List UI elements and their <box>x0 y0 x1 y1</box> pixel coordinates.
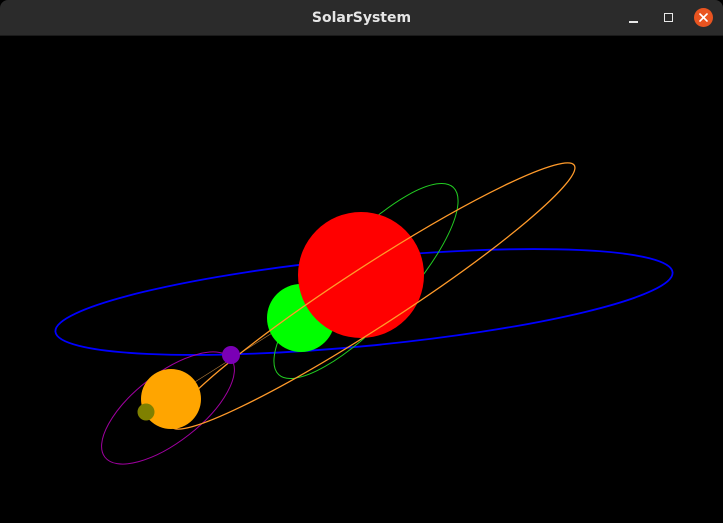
close-button[interactable] <box>691 6 715 30</box>
app-window: SolarSystem <box>0 0 723 518</box>
close-icon <box>694 8 713 27</box>
planet-orange <box>141 369 201 429</box>
window-title: SolarSystem <box>311 10 412 26</box>
title-bar[interactable]: SolarSystem <box>0 0 723 36</box>
maximize-icon <box>664 13 673 22</box>
planet-purple <box>222 346 240 364</box>
solar-system-scene <box>54 162 674 465</box>
sun <box>298 212 424 338</box>
render-canvas[interactable] <box>0 36 723 518</box>
moon-olive <box>137 403 155 421</box>
minimize-button[interactable] <box>622 6 646 30</box>
minimize-icon <box>629 21 638 23</box>
maximize-button[interactable] <box>657 6 681 30</box>
